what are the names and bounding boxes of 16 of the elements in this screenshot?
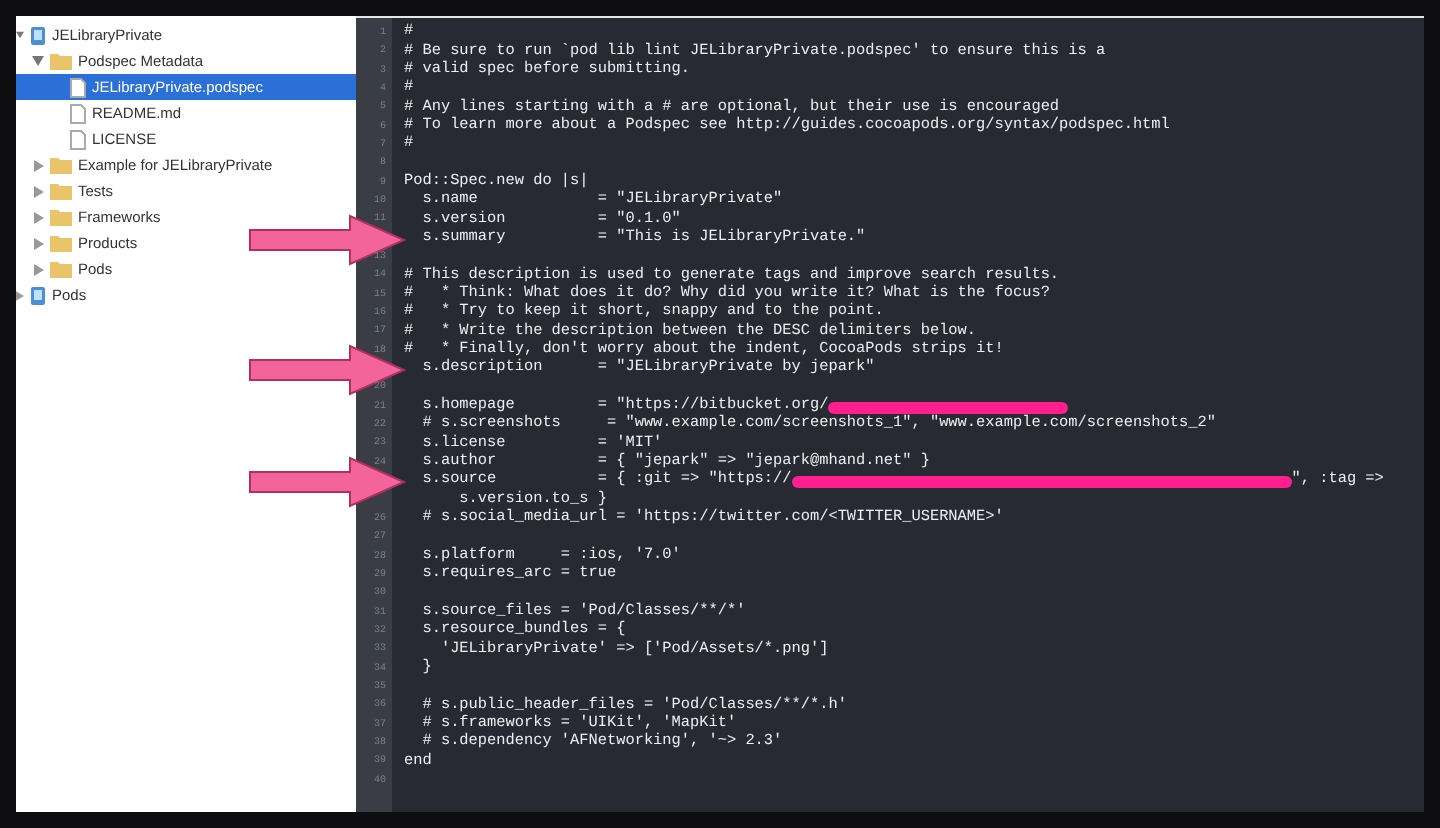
folder-icon bbox=[50, 156, 72, 174]
folder-icon bbox=[50, 234, 72, 252]
disclosure-triangle-icon[interactable] bbox=[34, 263, 44, 275]
disclosure-triangle-icon[interactable] bbox=[34, 211, 44, 223]
project-icon bbox=[30, 285, 46, 305]
disclosure-triangle-icon[interactable] bbox=[16, 30, 24, 40]
project-icon bbox=[30, 25, 46, 45]
disclosure-triangle-icon[interactable] bbox=[16, 289, 24, 301]
disclosure-triangle-icon[interactable] bbox=[34, 185, 44, 197]
disclosure-triangle-icon[interactable] bbox=[32, 56, 44, 66]
folder-icon bbox=[50, 182, 72, 200]
disclosure-triangle-icon[interactable] bbox=[34, 237, 44, 249]
disclosure-triangle-icon[interactable] bbox=[34, 159, 44, 171]
folder-icon bbox=[50, 52, 72, 70]
folder-icon bbox=[50, 260, 72, 278]
folder-icon bbox=[50, 208, 72, 226]
